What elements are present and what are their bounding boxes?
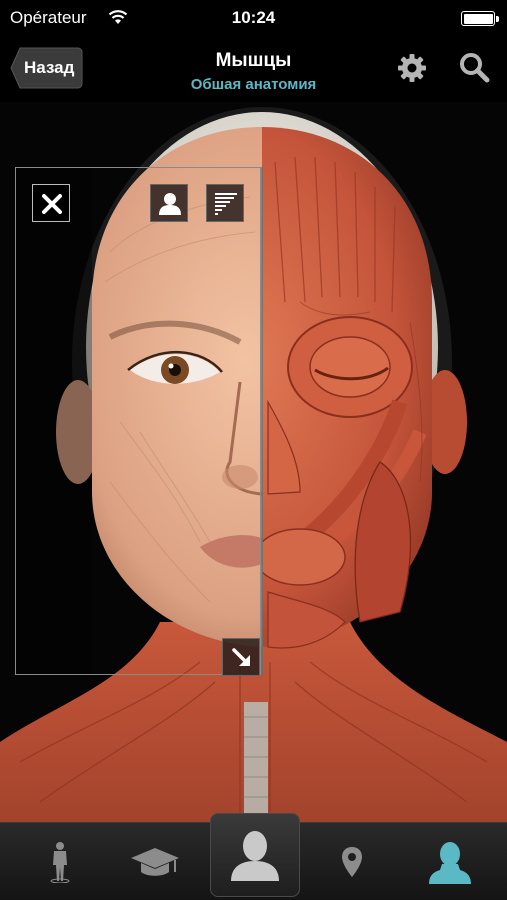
tab-head[interactable]	[210, 813, 300, 897]
tab-location[interactable]	[312, 823, 392, 900]
tab-bar	[0, 813, 507, 900]
status-bar: Opérateur 10:24	[0, 0, 507, 36]
layers-icon	[215, 193, 237, 215]
skin-toggle-button[interactable]	[150, 184, 188, 222]
layers-button[interactable]	[206, 184, 244, 222]
tab-learn[interactable]	[110, 823, 200, 900]
full-body-icon	[50, 842, 70, 883]
person-silhouette-icon	[159, 193, 181, 215]
anatomy-viewer[interactable]	[0, 102, 507, 822]
resize-arrow-icon	[232, 648, 250, 666]
close-button[interactable]	[32, 184, 70, 222]
battery-icon	[461, 11, 495, 26]
clock: 10:24	[231, 8, 276, 27]
tab-full-body[interactable]	[20, 823, 100, 900]
close-icon	[42, 194, 62, 214]
resize-button[interactable]	[222, 638, 260, 676]
page-subtitle: Обшая анатомия	[190, 76, 317, 93]
head-muscles-illustration	[0, 107, 507, 822]
tab-bust[interactable]	[405, 823, 495, 900]
head-silhouette-icon	[231, 831, 279, 881]
gear-icon[interactable]	[395, 51, 429, 85]
graduation-cap-icon	[131, 848, 179, 876]
map-pin-icon	[342, 847, 362, 877]
navigation-bar: Назад Мышцы Обшая анатомия	[0, 36, 507, 102]
bust-icon	[429, 842, 471, 884]
search-icon[interactable]	[457, 51, 491, 85]
page-title: Мышцы	[215, 50, 292, 71]
